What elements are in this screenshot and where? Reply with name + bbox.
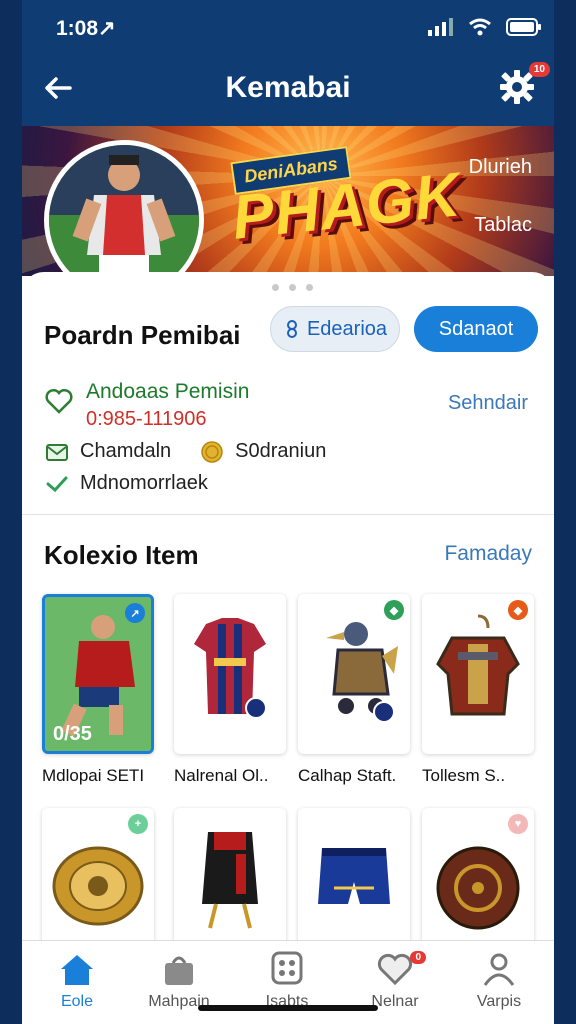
collection-item-label: Calhap Staft. xyxy=(298,766,397,785)
battery-icon xyxy=(506,18,541,36)
item-badge-icon: ◆ xyxy=(508,600,528,620)
profile-link[interactable]: Sehndair xyxy=(448,392,528,415)
collection-item[interactable]: Nalrenal Ol.. xyxy=(174,594,286,785)
item-card[interactable] xyxy=(174,594,286,754)
wifi-icon xyxy=(469,18,491,36)
nav-grid[interactable]: Isabts xyxy=(242,951,332,1011)
banner-side-text-2: Tablac xyxy=(474,214,532,236)
home-icon xyxy=(61,955,93,985)
carousel-dot[interactable] xyxy=(306,284,313,291)
collection-item[interactable]: 0/35 ↗ Mdlopai SETI xyxy=(42,594,154,785)
banner-side-text-1: Dlurieh xyxy=(468,156,532,178)
status-icons xyxy=(428,18,542,36)
profile-banner: DeniAbans PHAGK Dlurieh Tablac xyxy=(22,126,554,276)
nav-favorites[interactable]: 0 Nelnar xyxy=(350,951,440,1011)
info-row-2-label: Mdnomorrlaek xyxy=(80,472,208,494)
info-row-2: Mdnomorrlaek xyxy=(46,472,208,495)
player-name: Andoaas Pemisin xyxy=(86,380,250,403)
nav-home[interactable]: Eole xyxy=(32,951,122,1011)
edit-profile-button[interactable]: Edearioa xyxy=(270,306,400,352)
collection-item[interactable]: ◆ Tollesm S.. xyxy=(422,594,534,785)
nav-shop[interactable]: Mahpain xyxy=(134,951,224,1011)
coin-icon xyxy=(201,440,223,463)
carousel-dots[interactable] xyxy=(272,284,313,291)
page-title: Kemabai xyxy=(225,71,351,104)
collection-item-label: Nalrenal Ol.. xyxy=(174,766,269,785)
item-badge-icon: + xyxy=(128,814,148,834)
nav-home-label: Eole xyxy=(60,993,94,1010)
see-all-link[interactable]: Famaday xyxy=(444,542,532,566)
nav-favorites-badge: 0 xyxy=(410,951,426,964)
item-card-selected[interactable]: 0/35 ↗ xyxy=(42,594,154,754)
status-time: 1:08↗ xyxy=(56,17,116,40)
link-icon xyxy=(286,320,297,338)
collection-item-label: Tollesm S.. xyxy=(422,766,506,785)
collection-section-title: Kolexio Item xyxy=(44,540,199,570)
section-divider xyxy=(22,514,554,515)
heart-icon[interactable] xyxy=(44,386,74,416)
check-icon xyxy=(46,476,68,492)
player-photo xyxy=(49,145,199,276)
grid-icon xyxy=(271,951,303,985)
user-icon xyxy=(483,953,515,986)
shopping-bag-icon xyxy=(165,956,193,985)
nav-profile[interactable]: Varpis xyxy=(454,951,544,1011)
item-card-overlay-text: 0/35 xyxy=(53,723,92,745)
phone-screen: 1:08↗ Kemabai 10 DeniAbans PHAGK Dlurieh… xyxy=(22,0,554,1024)
carousel-dot[interactable] xyxy=(289,284,296,291)
player-phone: 0:985-111906 xyxy=(86,408,207,430)
collection-item[interactable]: ◆ Calhap Staft. xyxy=(298,594,410,785)
item-badge-icon: ♥ xyxy=(508,814,528,834)
nav-favorites-label: Nelnar xyxy=(371,993,419,1010)
bottom-navigation: Eole Mahpain Isabts 0 Nelnar Varpis xyxy=(22,940,554,1024)
status-bar: 1:08↗ xyxy=(22,0,554,56)
heart-outline-icon xyxy=(377,953,413,986)
mail-icon xyxy=(46,443,68,461)
carousel-dot[interactable] xyxy=(272,284,279,291)
item-card[interactable]: ◆ xyxy=(298,594,410,754)
settings-badge: 10 xyxy=(528,62,550,77)
home-indicator xyxy=(198,1005,378,1011)
primary-action-button[interactable]: Sdanaot xyxy=(414,306,538,352)
item-card[interactable]: ◆ xyxy=(422,594,534,754)
info-row-1b-label: S0draniun xyxy=(235,440,327,462)
info-row-1: Chamdaln S0draniun xyxy=(46,440,326,463)
nav-profile-label: Varpis xyxy=(476,993,522,1010)
app-bar: Kemabai 10 xyxy=(22,56,554,126)
edit-profile-label: Edearioa xyxy=(306,317,388,340)
jersey-image xyxy=(194,618,267,719)
collection-item-label: Mdlopai SETI xyxy=(42,766,145,785)
item-badge-icon: ◆ xyxy=(384,600,404,620)
item-badge-icon: ↗ xyxy=(125,603,145,623)
info-row-1-label: Chamdaln xyxy=(80,440,172,462)
profile-section-title: Poardn Pemibai xyxy=(44,320,241,350)
signal-icon xyxy=(428,18,453,36)
